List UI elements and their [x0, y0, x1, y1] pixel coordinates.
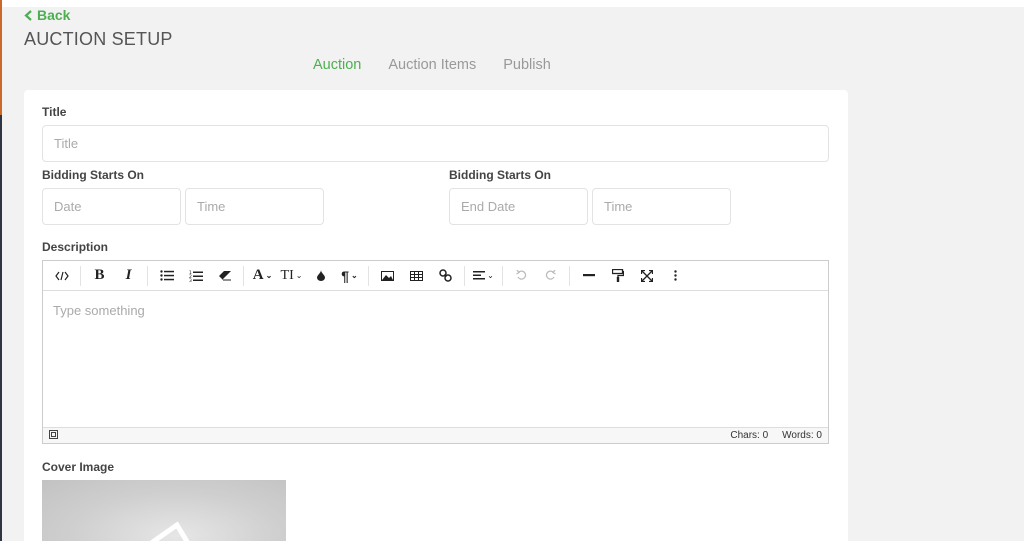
resize-icon[interactable]	[49, 429, 58, 442]
format-painter-icon[interactable]	[603, 261, 632, 291]
start-date-input[interactable]: Date	[42, 188, 181, 225]
more-icon[interactable]	[661, 261, 690, 291]
clear-format-icon[interactable]	[210, 261, 239, 291]
description-label: Description	[42, 240, 109, 254]
insert-image-icon[interactable]	[373, 261, 402, 291]
tab-auction-items[interactable]: Auction Items	[388, 57, 476, 73]
back-link[interactable]: Back	[24, 7, 70, 23]
ordered-list-icon[interactable]: 123	[181, 261, 210, 291]
paragraph-format-icon[interactable]: ¶ ⌄	[335, 261, 364, 291]
bidding-start-label: Bidding Starts On	[42, 168, 144, 182]
code-view-icon[interactable]	[47, 261, 76, 291]
toolbar-separator	[243, 265, 244, 286]
redo-icon[interactable]	[536, 261, 565, 291]
bold-icon[interactable]: B	[85, 261, 114, 291]
chevron-left-icon	[24, 9, 32, 21]
toolbar-separator	[502, 265, 503, 286]
font-size-icon[interactable]: TI ⌄	[277, 261, 306, 291]
editor-toolbar: B I 123 A ⌄ TI ⌄ ¶ ⌄ ⌄	[43, 261, 828, 291]
cover-image-label: Cover Image	[42, 460, 115, 474]
image-placeholder-icon	[149, 521, 190, 541]
toolbar-separator	[464, 265, 465, 286]
fullscreen-icon[interactable]	[632, 261, 661, 291]
back-label: Back	[37, 7, 71, 23]
page-title: AUCTION SETUP	[24, 29, 173, 49]
text-color-icon[interactable]	[306, 261, 335, 291]
tab-publish[interactable]: Publish	[503, 57, 551, 73]
unordered-list-icon[interactable]	[152, 261, 181, 291]
italic-icon[interactable]: I	[114, 261, 143, 291]
tab-bar: Auction Auction Items Publish	[313, 57, 551, 73]
insert-link-icon[interactable]	[431, 261, 460, 291]
toolbar-separator	[80, 265, 81, 286]
title-input[interactable]: Title	[42, 125, 829, 162]
title-label: Title	[42, 105, 67, 119]
toolbar-separator	[147, 265, 148, 286]
toolbar-separator	[368, 265, 369, 286]
end-time-input[interactable]: Time	[592, 188, 731, 225]
bidding-end-label: Bidding Starts On	[449, 168, 551, 182]
undo-icon[interactable]	[507, 261, 536, 291]
editor-content-area[interactable]: Type something	[43, 291, 828, 427]
rich-text-editor: B I 123 A ⌄ TI ⌄ ¶ ⌄ ⌄ Type something Ch…	[42, 260, 829, 444]
tab-auction[interactable]: Auction	[313, 57, 361, 73]
insert-table-icon[interactable]	[402, 261, 431, 291]
words-count: Words: 0	[782, 430, 822, 441]
left-edge-dark	[0, 115, 2, 541]
start-time-input[interactable]: Time	[185, 188, 324, 225]
cover-image-placeholder[interactable]	[42, 480, 286, 541]
chars-count: Chars: 0	[730, 430, 769, 441]
svg-text:3: 3	[189, 278, 192, 282]
editor-status-bar: Chars: 0 Words: 0	[43, 427, 828, 443]
font-family-icon[interactable]: A ⌄	[248, 261, 277, 291]
top-strip	[0, 0, 1024, 7]
end-date-input[interactable]: End Date	[449, 188, 588, 225]
align-icon[interactable]: ⌄	[469, 261, 498, 291]
left-edge-accent	[0, 0, 2, 115]
horizontal-rule-icon[interactable]	[574, 261, 603, 291]
auction-form-card: Title Title Bidding Starts On Date Time …	[24, 90, 848, 541]
toolbar-separator	[569, 265, 570, 286]
